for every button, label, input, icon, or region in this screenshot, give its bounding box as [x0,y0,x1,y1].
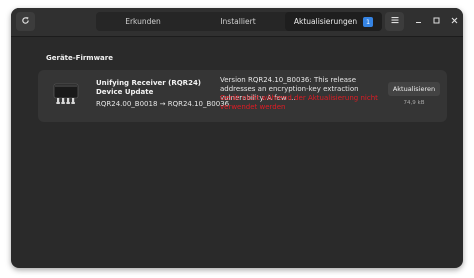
hamburger-menu-icon [391,16,399,27]
tab-updates-label: Aktualisierungen [293,17,358,26]
header-bar: Erkunden Installiert Aktualisierungen 1 [11,8,463,37]
firmware-update-card[interactable]: Unifying Receiver (RQR24) Device Update … [38,70,447,122]
main-menu-button[interactable] [385,12,404,31]
close-icon [451,17,458,27]
update-warning: Gerät nicht während der Aktualisierung n… [220,94,378,111]
usb-receiver-chip-icon [52,79,80,107]
maximize-button[interactable] [429,14,444,29]
tab-explore-label: Erkunden [125,17,161,26]
software-window: Erkunden Installiert Aktualisierungen 1 [11,8,463,268]
download-size: 74,9 kB [403,100,425,106]
close-button[interactable] [447,14,462,29]
maximize-icon [433,17,440,27]
update-button[interactable]: Aktualisieren [388,82,440,96]
updates-count-badge: 1 [363,16,374,27]
tab-installed[interactable]: Installiert [191,12,285,31]
tab-installed-label: Installiert [220,17,256,26]
minimize-icon [415,17,422,27]
section-title-device-firmware: Geräte-Firmware [46,54,113,62]
refresh-icon [21,16,30,28]
device-version-change: RQR24.00_B0018 → RQR24.10_B0036 [96,100,230,108]
device-update-name: Unifying Receiver (RQR24) Device Update [96,79,202,96]
refresh-button[interactable] [16,12,35,31]
tab-updates[interactable]: Aktualisierungen 1 [285,12,382,31]
minimize-button[interactable] [411,14,426,29]
tab-explore[interactable]: Erkunden [96,12,190,31]
view-switcher: Erkunden Installiert Aktualisierungen 1 [96,12,382,31]
